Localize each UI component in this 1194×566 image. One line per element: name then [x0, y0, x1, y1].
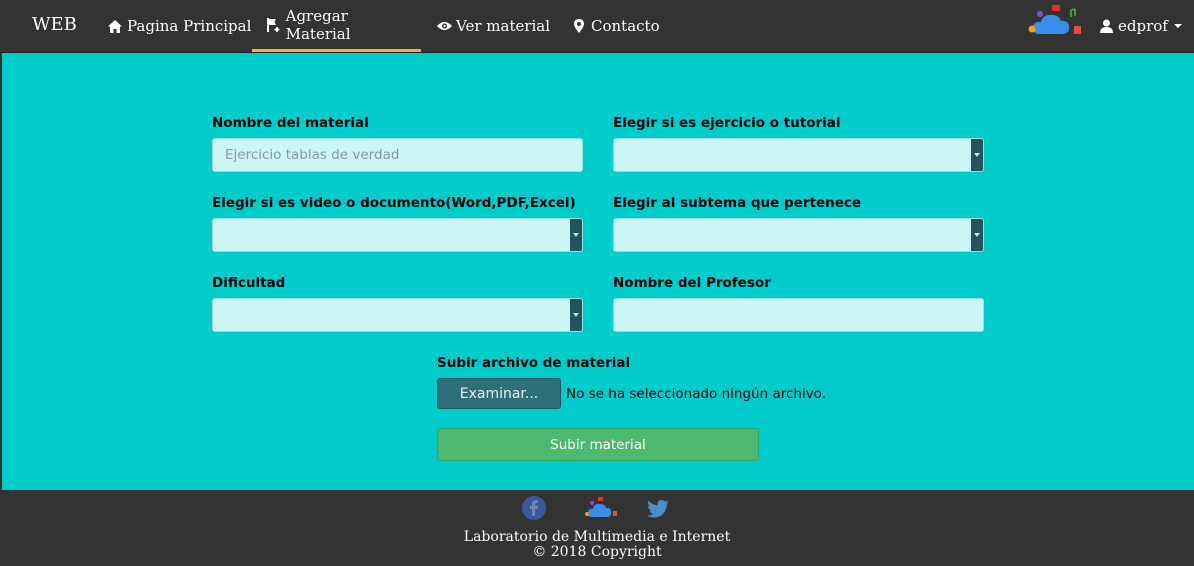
submit-button[interactable]: Subir material [437, 428, 759, 461]
teacher-label: Nombre del Profesor [613, 275, 771, 291]
difficulty-select[interactable] [212, 298, 583, 332]
username: edprof [1118, 17, 1168, 35]
twitter-icon[interactable] [647, 500, 669, 518]
material-name-field[interactable] [212, 138, 583, 172]
nav-item-contacto[interactable]: Contacto [556, 0, 675, 52]
user-icon [1100, 19, 1113, 33]
cloud-logo-icon[interactable] [1026, 4, 1084, 38]
footer: Laboratorio de Multimedia e Internet © 2… [0, 490, 1194, 566]
nav-item-pagina-principal[interactable]: Pagina Principal [92, 0, 266, 52]
flag-plus-icon [267, 17, 282, 33]
chevron-down-icon [971, 139, 983, 171]
facebook-icon[interactable] [522, 496, 546, 520]
format-select[interactable] [212, 218, 583, 252]
subtopic-select[interactable] [613, 218, 984, 252]
material-name-label: Nombre del material [212, 115, 369, 131]
cloud-logo-icon[interactable] [583, 496, 619, 520]
footer-lab-name: Laboratorio de Multimedia e Internet [463, 529, 731, 545]
teacher-input[interactable] [614, 299, 983, 331]
chevron-down-icon [570, 299, 582, 331]
teacher-field[interactable] [613, 298, 984, 332]
upload-label: Subir archivo de material [437, 355, 631, 371]
nav-item-ver-material[interactable]: Ver material [421, 0, 565, 52]
browse-button[interactable]: Examinar... [437, 378, 561, 409]
nav-label: Ver material [456, 17, 551, 35]
eye-icon [436, 18, 452, 34]
home-icon [107, 18, 123, 34]
nav-label: Agregar Material [285, 6, 351, 43]
nav-label: Pagina Principal [127, 17, 252, 35]
chevron-down-icon [971, 219, 983, 251]
type-label: Elegir si es ejercicio o tutorial [613, 115, 841, 131]
material-name-input[interactable] [213, 139, 582, 171]
map-marker-icon [571, 18, 587, 34]
nav-item-agregar-material[interactable]: Agregar Material [252, 0, 421, 52]
format-label: Elegir si es video o documento(Word,PDF,… [212, 195, 576, 211]
main-form-area: Nombre del material Elegir si es ejercic… [2, 53, 1194, 490]
user-menu[interactable]: edprof [1100, 0, 1182, 52]
difficulty-label: Dificultad [212, 275, 286, 291]
footer-copyright: © 2018 Copyright [532, 544, 662, 560]
type-select[interactable] [613, 138, 984, 172]
brand[interactable]: WEB [32, 14, 77, 35]
subtopic-label: Elegir al subtema que pertenece [613, 195, 862, 211]
navbar: WEB Pagina Principal Agregar Material Ve… [0, 0, 1194, 53]
chevron-down-icon [1173, 24, 1182, 28]
chevron-down-icon [570, 219, 582, 251]
file-status: No se ha seleccionado ningún archivo. [566, 386, 826, 402]
nav-label: Contacto [591, 17, 660, 35]
